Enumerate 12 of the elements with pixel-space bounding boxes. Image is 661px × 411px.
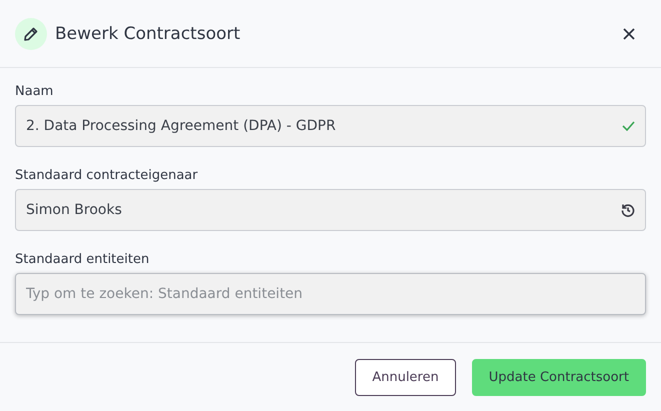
field-label: Standaard contracteigenaar: [15, 168, 198, 183]
field-label: Naam: [15, 84, 54, 99]
cancel-button[interactable]: Annuleren: [355, 359, 456, 396]
field-label: Standaard entiteiten: [15, 252, 150, 267]
search-field[interactable]: Typ om te zoeken: Standaard entiteiten: [15, 273, 646, 315]
reset-icon[interactable]: [621, 203, 635, 217]
input-field[interactable]: 2. Data Processing Agreement (DPA) - GDPR: [15, 105, 646, 147]
input-field[interactable]: Simon Brooks: [15, 189, 646, 231]
dialog-title: Bewerk Contractsoort: [55, 24, 242, 44]
check-icon: [622, 121, 635, 131]
pencil-icon: [15, 18, 47, 50]
update-button[interactable]: Update Contractsoort: [472, 359, 646, 396]
